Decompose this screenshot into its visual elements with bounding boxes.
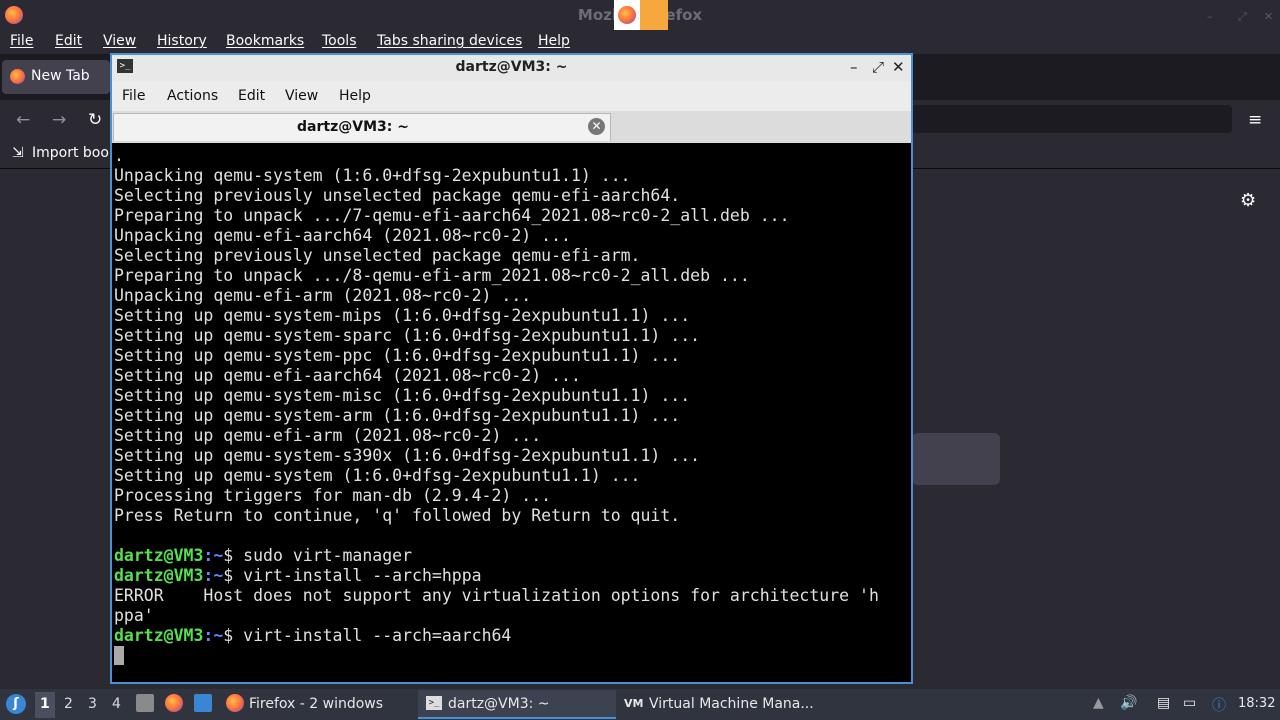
clock[interactable]: 18:32 bbox=[1238, 696, 1275, 711]
command-output-line: ppa' bbox=[114, 606, 154, 625]
terminal-tab-label: dartz@VM3: ~ bbox=[297, 119, 409, 135]
terminal-line: Setting up qemu-system-misc (1:6.0+dfsg-… bbox=[114, 386, 691, 405]
prompt-path: :~ bbox=[203, 546, 224, 565]
file-manager-icon[interactable] bbox=[136, 694, 154, 712]
workspace-4[interactable]: 4 bbox=[112, 696, 121, 712]
menu-tabs-sharing[interactable]: Tabs sharing devices bbox=[377, 33, 522, 49]
network-icon[interactable]: ▭ bbox=[1183, 695, 1196, 711]
tray-expand-icon[interactable]: ▲ bbox=[1093, 695, 1104, 711]
terminal-line: . bbox=[114, 146, 124, 165]
desktop-icon[interactable] bbox=[194, 694, 212, 712]
menu-file[interactable]: File bbox=[10, 33, 33, 49]
term-menu-help[interactable]: Help bbox=[339, 88, 371, 104]
command-text: virt-install --arch=hppa bbox=[243, 566, 482, 585]
tab-close-icon[interactable]: ✕ bbox=[588, 118, 605, 135]
menu-history[interactable]: History bbox=[157, 33, 207, 49]
task-virt-manager-label[interactable]: Virtual Machine Mana... bbox=[649, 696, 814, 712]
firefox-icon bbox=[618, 6, 636, 24]
back-icon[interactable]: ← bbox=[16, 110, 30, 130]
prompt-user: dartz@VM3 bbox=[114, 626, 204, 645]
terminal-line: Setting up qemu-system-arm (1:6.0+dfsg-2… bbox=[114, 406, 681, 425]
menu-tools[interactable]: Tools bbox=[322, 33, 357, 49]
terminal-line: Unpacking qemu-system (1:6.0+dfsg-2expub… bbox=[114, 166, 631, 185]
menu-edit[interactable]: Edit bbox=[55, 33, 82, 49]
prompt-user: dartz@VM3 bbox=[114, 546, 204, 565]
prompt-symbol: $ bbox=[223, 566, 244, 585]
import-icon: ⇲ bbox=[12, 145, 24, 161]
firefox-logo-icon bbox=[5, 6, 23, 24]
terminal-minimize-icon[interactable]: – bbox=[850, 58, 858, 76]
microphone-sharing-icon[interactable] bbox=[640, 0, 668, 30]
task-terminal-label: dartz@VM3: ~ bbox=[448, 696, 550, 712]
newtab-search-card[interactable] bbox=[912, 433, 1000, 485]
reload-icon[interactable]: ↻ bbox=[88, 110, 102, 130]
clipboard-icon[interactable]: ▤ bbox=[1157, 695, 1170, 711]
terminal-line: Setting up qemu-system-ppc (1:6.0+dfsg-2… bbox=[114, 346, 681, 365]
terminal-maximize-icon[interactable]: ⤢ bbox=[872, 58, 884, 76]
url-bar[interactable] bbox=[912, 105, 1232, 133]
gear-icon[interactable]: ⚙ bbox=[1240, 190, 1256, 211]
volume-icon[interactable]: 🔊 bbox=[1120, 695, 1137, 711]
terminal-line: Selecting previously unselected package … bbox=[114, 186, 681, 205]
terminal-line: Processing triggers for man-db (2.9.4-2)… bbox=[114, 486, 552, 505]
prompt-path: :~ bbox=[203, 566, 224, 585]
prompt-user: dartz@VM3 bbox=[114, 566, 204, 585]
terminal-line: Unpacking qemu-efi-arm (2021.08~rc0-2) .… bbox=[114, 286, 532, 305]
minimize-icon[interactable]: – bbox=[1207, 10, 1217, 23]
workspace-1[interactable]: 1 bbox=[40, 696, 50, 712]
term-menu-edit[interactable]: Edit bbox=[238, 88, 265, 104]
menu-bookmarks[interactable]: Bookmarks bbox=[226, 33, 304, 49]
terminal-line: Unpacking qemu-efi-aarch64 (2021.08~rc0-… bbox=[114, 226, 571, 245]
terminal-line: Setting up qemu-system-s390x (1:6.0+dfsg… bbox=[114, 446, 701, 465]
terminal-output: . Unpacking qemu-system (1:6.0+dfsg-2exp… bbox=[114, 146, 879, 646]
prompt-symbol: $ bbox=[223, 546, 244, 565]
firefox-launcher-icon[interactable] bbox=[165, 694, 183, 712]
term-menu-actions[interactable]: Actions bbox=[167, 88, 218, 104]
prompt-symbol: $ bbox=[223, 626, 244, 645]
terminal-close-icon[interactable]: ✕ bbox=[892, 58, 905, 76]
term-menu-view[interactable]: View bbox=[285, 88, 318, 104]
workspace-3[interactable]: 3 bbox=[88, 696, 97, 712]
firefox-task-icon bbox=[226, 694, 244, 712]
terminal-menubar bbox=[112, 81, 911, 111]
workspace-2[interactable]: 2 bbox=[64, 696, 73, 712]
task-firefox-label: Firefox - 2 windows bbox=[249, 696, 384, 712]
term-menu-file[interactable]: File bbox=[122, 88, 145, 104]
close-icon[interactable]: ✕ bbox=[1264, 10, 1274, 23]
start-menu-icon[interactable]: ʃ bbox=[6, 694, 26, 714]
terminal-task-icon: >_ bbox=[426, 696, 442, 710]
update-notifier-icon[interactable]: ⓘ bbox=[1212, 695, 1226, 715]
terminal-line: Preparing to unpack .../8-qemu-efi-arm_2… bbox=[114, 266, 750, 285]
forward-icon[interactable]: → bbox=[52, 110, 66, 130]
menu-help[interactable]: Help bbox=[538, 33, 570, 49]
tab-label: New Tab bbox=[31, 68, 90, 84]
hamburger-menu-icon[interactable]: ≡ bbox=[1248, 110, 1262, 130]
virt-manager-task-icon: VM bbox=[624, 697, 644, 710]
command-text: virt-install --arch=aarch64 bbox=[243, 626, 512, 645]
terminal-line: Setting up qemu-system (1:6.0+dfsg-2expu… bbox=[114, 466, 641, 485]
terminal-line: Press Return to continue, 'q' followed b… bbox=[114, 506, 681, 525]
terminal-window-title: dartz@VM3: ~ bbox=[455, 59, 568, 75]
firefox-tab-icon bbox=[10, 69, 25, 84]
terminal-line: Setting up qemu-system-sparc (1:6.0+dfsg… bbox=[114, 326, 701, 345]
command-output-line: ERROR Host does not support any virtuali… bbox=[114, 586, 879, 605]
terminal-line: Setting up qemu-efi-arm (2021.08~rc0-2) … bbox=[114, 426, 542, 445]
terminal-cursor bbox=[114, 646, 124, 665]
terminal-line: Setting up qemu-system-mips (1:6.0+dfsg-… bbox=[114, 306, 691, 325]
maximize-icon[interactable]: ⤢ bbox=[1238, 10, 1248, 23]
menu-view[interactable]: View bbox=[103, 33, 136, 49]
terminal-line: Preparing to unpack .../7-qemu-efi-aarch… bbox=[114, 206, 790, 225]
terminal-line: Setting up qemu-efi-aarch64 (2021.08~rc0… bbox=[114, 366, 581, 385]
terminal-line: Selecting previously unselected package … bbox=[114, 246, 641, 265]
command-text: sudo virt-manager bbox=[243, 546, 413, 565]
prompt-path: :~ bbox=[203, 626, 224, 645]
